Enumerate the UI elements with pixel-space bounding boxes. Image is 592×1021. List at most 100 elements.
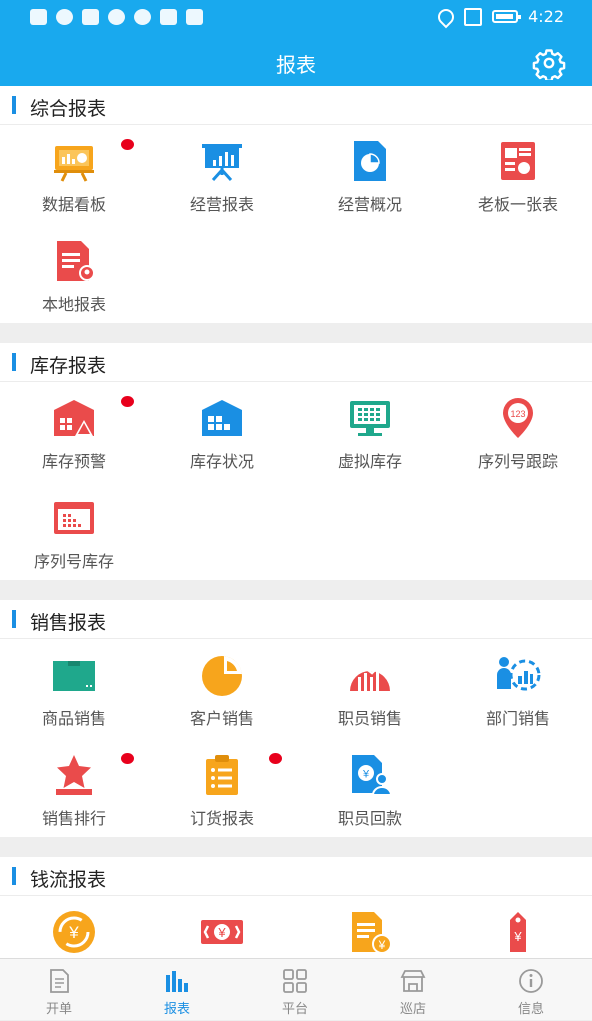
report-item-label: 职员销售 xyxy=(337,709,402,728)
report-item-label: 序列号库存 xyxy=(33,552,114,571)
report-item-sales-ranking[interactable]: 销售排行 xyxy=(0,739,148,839)
grid-icon xyxy=(283,969,307,993)
shield-icon xyxy=(134,9,151,25)
section-inventory-reports: 库存报表 库存预警 库存状况 虚拟库存 123 序列号跟踪 序列号库存 xyxy=(0,343,592,580)
battery-icon xyxy=(492,10,522,23)
message-icon xyxy=(82,9,99,25)
section-cashflow-reports: 钱流报表 ¥ ¥ ¥ ¥ xyxy=(0,857,592,958)
status-bar: 4:22 xyxy=(0,0,592,38)
tab-order[interactable]: 开单 xyxy=(0,959,118,1021)
section-header: 库存报表 xyxy=(0,343,592,382)
report-item-label: 库存预警 xyxy=(41,452,106,471)
serial-window-icon xyxy=(54,502,94,534)
svg-text:¥: ¥ xyxy=(378,938,386,952)
bottom-tab-bar: 开单 报表 平台 巡店 信息 xyxy=(0,958,592,1020)
document-icon xyxy=(50,969,69,993)
report-item-inventory-status[interactable]: 库存状况 xyxy=(148,382,296,482)
tab-platform[interactable]: 平台 xyxy=(236,959,354,1021)
section-marker xyxy=(12,610,16,628)
yuan-cycle-icon: ¥ xyxy=(53,911,95,953)
serial-pin-icon: 123 xyxy=(503,398,533,438)
header: 报表 xyxy=(0,38,592,86)
warehouse-boxes-icon xyxy=(202,400,242,436)
store-icon xyxy=(400,970,426,992)
report-item-label: 库存状况 xyxy=(189,452,254,471)
svg-text:¥: ¥ xyxy=(217,925,226,940)
notification-badge xyxy=(121,753,134,764)
section-header: 钱流报表 xyxy=(0,857,592,896)
report-item-label: 职员回款 xyxy=(337,809,402,828)
report-item-label: 虚拟库存 xyxy=(337,452,402,471)
report-item-label: 部门销售 xyxy=(485,709,550,728)
report-item-label: 销售排行 xyxy=(41,809,106,828)
report-item-product-sales[interactable]: 商品销售 xyxy=(0,639,148,739)
tab-store-patrol[interactable]: 巡店 xyxy=(354,959,472,1021)
section-header: 综合报表 xyxy=(0,86,592,125)
svg-text:¥: ¥ xyxy=(68,923,79,942)
bar-chart-icon xyxy=(166,971,188,992)
section-title: 钱流报表 xyxy=(30,869,107,891)
report-item-business-report[interactable]: 经营报表 xyxy=(148,125,296,225)
status-time: 4:22 xyxy=(528,7,564,26)
system-status: 4:22 xyxy=(434,5,564,28)
report-item-inventory-warning[interactable]: 库存预警 xyxy=(0,382,148,482)
report-item-boss-sheet[interactable]: 老板一张表 xyxy=(444,125,592,225)
notification-badge xyxy=(121,139,134,150)
report-sheet-icon xyxy=(501,142,535,180)
report-item-cash-tag[interactable]: ¥ xyxy=(444,896,592,958)
report-item-data-board[interactable]: 数据看板 xyxy=(0,125,148,225)
report-item-serial-inventory[interactable]: 序列号库存 xyxy=(0,482,148,582)
staff-payment-icon: ¥ xyxy=(352,755,393,796)
report-item-cash-cycle[interactable]: ¥ xyxy=(0,896,148,958)
pie-document-icon xyxy=(354,141,386,181)
section-title: 综合报表 xyxy=(30,98,107,120)
location-document-icon xyxy=(57,241,95,281)
report-item-serial-tracking[interactable]: 123 序列号跟踪 xyxy=(444,382,592,482)
report-item-label: 序列号跟踪 xyxy=(477,452,558,471)
section-header: 销售报表 xyxy=(0,600,592,639)
department-chart-icon xyxy=(497,657,541,691)
ranking-star-icon xyxy=(56,755,92,795)
report-item-department-sales[interactable]: 部门销售 xyxy=(444,639,592,739)
section-marker xyxy=(12,353,16,371)
report-item-staff-sales[interactable]: 职员销售 xyxy=(296,639,444,739)
notification-badge xyxy=(269,753,282,764)
tab-messages[interactable]: 信息 xyxy=(472,959,590,1021)
monitor-grid-icon xyxy=(350,401,390,436)
report-item-staff-payment[interactable]: ¥ 职员回款 xyxy=(296,739,444,839)
report-item-cash-document[interactable]: ¥ xyxy=(296,896,444,958)
tab-label: 平台 xyxy=(281,1002,308,1017)
page-title: 报表 xyxy=(276,53,316,77)
report-item-order-report[interactable]: 订货报表 xyxy=(148,739,296,839)
section-marker xyxy=(12,96,16,114)
tab-label: 开单 xyxy=(45,1002,72,1017)
report-item-virtual-inventory[interactable]: 虚拟库存 xyxy=(296,382,444,482)
report-item-label: 商品销售 xyxy=(41,709,106,728)
yuan-banknote-icon: ¥ xyxy=(201,920,243,944)
chat-icon xyxy=(186,9,203,25)
dashboard-board-icon xyxy=(54,146,94,182)
presentation-chart-icon xyxy=(202,144,242,182)
section-sales-reports: 销售报表 商品销售 客户销售 职员销售 部门销售 销售排行 订货报表 ¥ 职员回… xyxy=(0,600,592,837)
section-marker xyxy=(12,867,16,885)
report-item-customer-sales[interactable]: 客户销售 xyxy=(148,639,296,739)
tab-reports[interactable]: 报表 xyxy=(118,959,236,1021)
report-item-local-report[interactable]: 本地报表 xyxy=(0,225,148,325)
order-clipboard-icon xyxy=(206,755,238,795)
report-item-label: 经营报表 xyxy=(189,195,254,214)
report-item-label: 订货报表 xyxy=(189,809,254,828)
wifi-icon xyxy=(56,9,73,25)
svg-text:¥: ¥ xyxy=(362,769,370,781)
tab-label: 报表 xyxy=(163,1002,190,1017)
svg-text:¥: ¥ xyxy=(513,929,522,944)
product-box-icon xyxy=(53,661,95,691)
staff-trend-icon xyxy=(350,658,390,691)
report-item-business-overview[interactable]: 经营概况 xyxy=(296,125,444,225)
settings-gear-icon[interactable] xyxy=(532,46,566,80)
yuan-document-icon: ¥ xyxy=(352,912,392,954)
report-item-label: 经营概况 xyxy=(337,195,402,214)
location-icon xyxy=(434,5,458,28)
browser-icon xyxy=(108,9,125,25)
report-item-cash-banknote[interactable]: ¥ xyxy=(148,896,296,958)
notification-icons xyxy=(30,9,203,25)
